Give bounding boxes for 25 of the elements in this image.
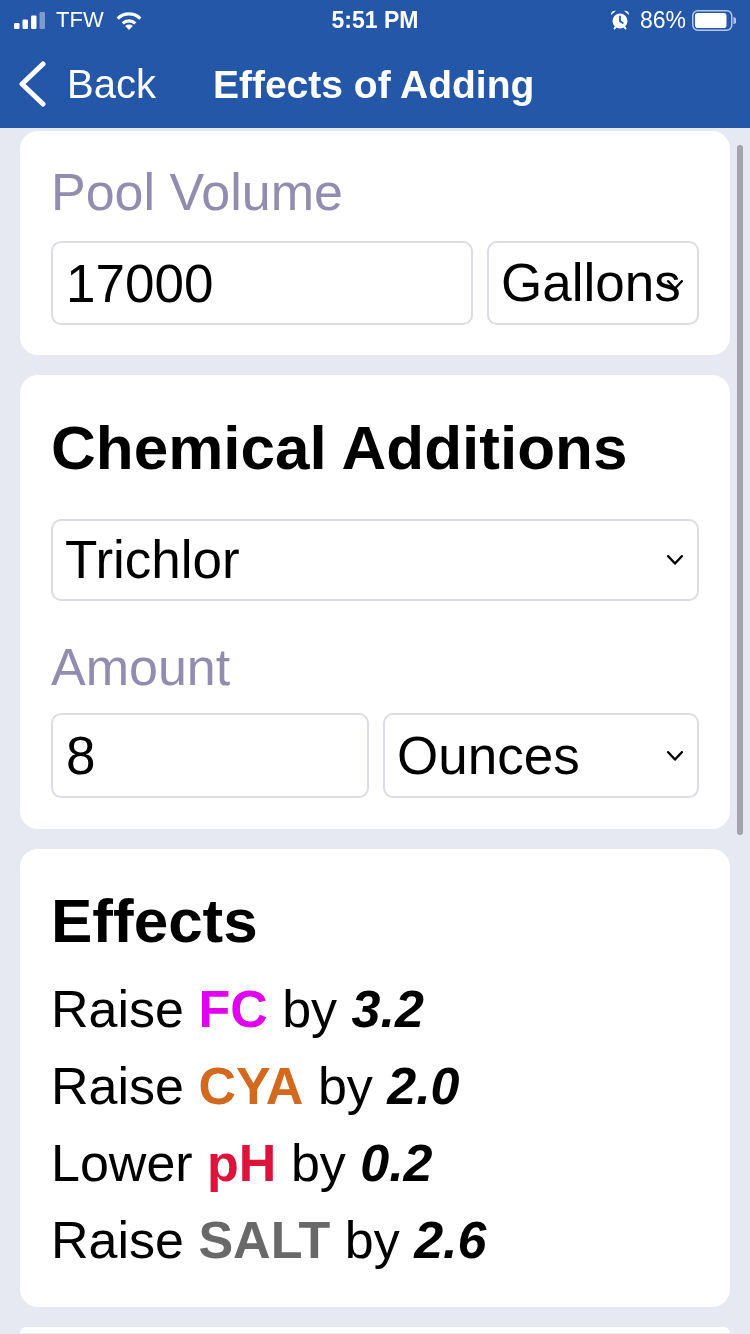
battery-percent-text: 86% — [639, 8, 686, 32]
back-chevron-icon — [18, 61, 46, 107]
effect-text: Raise SALT by 2.6 — [51, 1210, 488, 1271]
amount-input[interactable]: 8 — [51, 713, 369, 798]
battery-icon — [692, 9, 736, 31]
section-heading: Chemical Additions — [51, 412, 629, 484]
alarm-clock-icon — [609, 10, 630, 30]
volume-input[interactable]: 17000 — [51, 241, 473, 325]
chevron-down-icon — [667, 555, 683, 565]
unit-select[interactable]: Gallons — [487, 241, 699, 325]
chemical-select[interactable]: Trichlor — [51, 519, 699, 601]
time-text: 5:51 PM — [331, 8, 419, 32]
field-label: Amount — [51, 637, 232, 698]
carrier-text: TFW — [56, 9, 104, 31]
chevron-down-icon — [667, 750, 683, 761]
effect-text: Raise FC by 3.2 — [51, 979, 425, 1040]
wifi-icon — [115, 10, 142, 30]
screen-title: Effects of Adding — [212, 64, 535, 104]
field-label: Pool Volume — [51, 162, 344, 223]
section-heading: Effects — [51, 885, 259, 957]
unit-select[interactable]: Ounces — [383, 713, 699, 798]
effect-text: Lower pH by 0.2 — [51, 1133, 434, 1194]
effect-text: Raise CYA by 2.0 — [51, 1056, 461, 1117]
signal-icon — [14, 11, 46, 29]
back-button[interactable]: Back — [18, 61, 156, 107]
